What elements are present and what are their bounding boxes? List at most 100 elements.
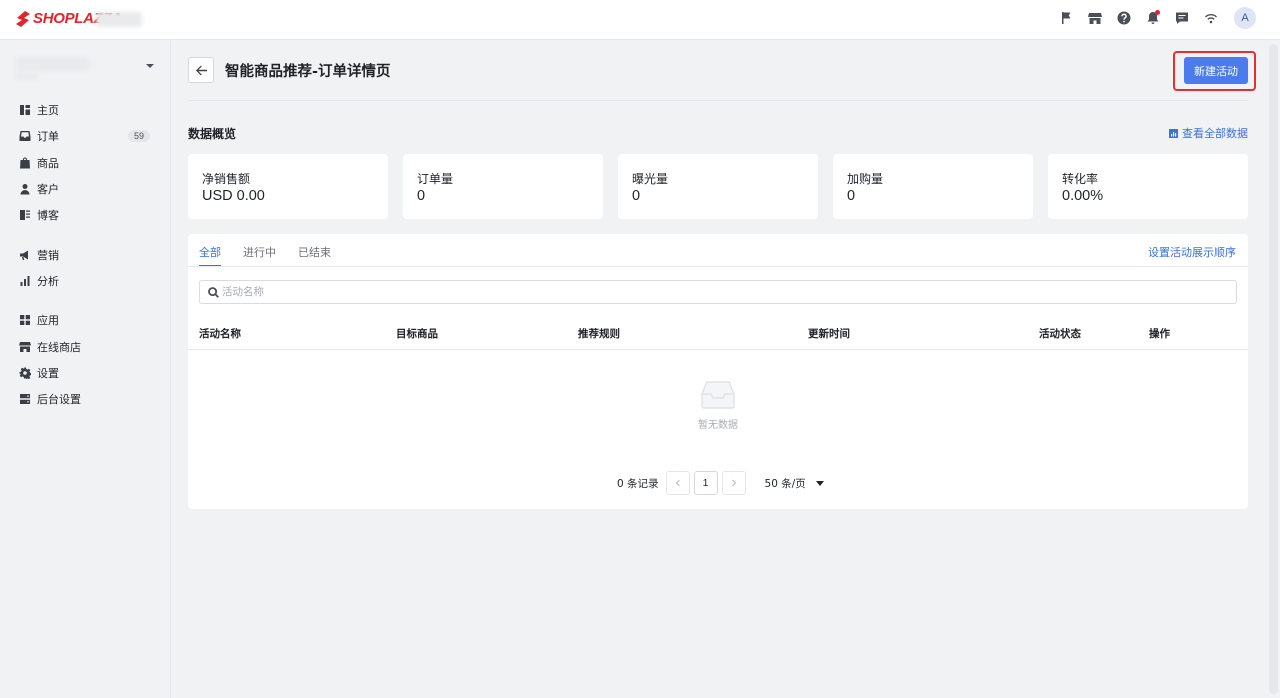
- store-selector[interactable]: [16, 55, 156, 81]
- column-updated-time: 更新时间: [808, 328, 850, 340]
- bag-icon: [19, 157, 31, 169]
- sidebar-item-apps[interactable]: 应用: [0, 307, 170, 333]
- arrow-left-icon: [195, 65, 207, 75]
- dashboard-icon: [19, 104, 31, 116]
- sidebar-item-customers[interactable]: 客户: [0, 176, 170, 202]
- store-icon[interactable]: [1085, 9, 1104, 28]
- help-icon[interactable]: [1114, 9, 1133, 28]
- page-size-value: 50 条/页: [764, 477, 806, 490]
- sidebar: 主页 订单 59 商品 客户 博客 营销 分析 应用 在线商店 设置 后台设置: [0, 41, 171, 698]
- header-divider: [188, 100, 1248, 101]
- tab-in-progress[interactable]: 进行中: [243, 234, 276, 267]
- tab-all[interactable]: 全部: [199, 234, 221, 267]
- chevron-right-icon: [731, 479, 736, 487]
- redacted-store-name: [96, 12, 142, 27]
- stat-value: USD 0.00: [202, 188, 265, 204]
- server-icon: [19, 393, 31, 405]
- top-bar: SHOPLAZZA A: [0, 0, 1280, 40]
- sidebar-item-analytics[interactable]: 分析: [0, 268, 170, 294]
- sidebar-item-settings[interactable]: 设置: [0, 360, 170, 386]
- user-icon: [19, 183, 31, 195]
- sidebar-item-label: 在线商店: [37, 340, 81, 354]
- chevron-left-icon: [675, 479, 680, 487]
- set-display-order-link[interactable]: 设置活动展示顺序: [1148, 244, 1236, 260]
- page-number-button[interactable]: 1: [693, 471, 718, 495]
- empty-inbox-icon: [701, 381, 735, 409]
- total-records: 0 条记录: [617, 477, 659, 490]
- sidebar-item-marketing[interactable]: 营销: [0, 241, 170, 267]
- stat-value: 0: [632, 188, 641, 204]
- search-box: [199, 280, 1237, 304]
- column-actions: 操作: [1149, 328, 1170, 340]
- notification-dot: [1155, 9, 1160, 15]
- next-page-button[interactable]: [721, 471, 746, 495]
- sidebar-item-label: 营销: [37, 248, 59, 262]
- user-avatar[interactable]: A: [1234, 7, 1256, 29]
- status-tabs: 全部 进行中 已结束: [199, 234, 353, 267]
- stat-card-orders: 订单量 0: [403, 154, 603, 219]
- sidebar-item-label: 分析: [37, 274, 59, 288]
- redacted-store-detail: [16, 73, 38, 80]
- column-recommend-rule: 推荐规则: [578, 328, 620, 340]
- wifi-icon[interactable]: [1201, 9, 1220, 28]
- activity-table-card: 全部 进行中 已结束 设置活动展示顺序 活动名称 目标商品 推荐规则 更新时间 …: [188, 234, 1248, 509]
- column-target-product: 目标商品: [396, 328, 438, 340]
- stat-card-add-to-cart: 加购量 0: [833, 154, 1033, 219]
- store-icon: [19, 341, 31, 353]
- megaphone-icon: [19, 249, 31, 261]
- sidebar-nav: 主页 订单 59 商品 客户 博客 营销 分析 应用 在线商店 设置 后台设置: [0, 97, 170, 412]
- bar-chart-icon: [19, 275, 31, 287]
- tab-ended[interactable]: 已结束: [298, 234, 331, 267]
- search-icon: [208, 287, 219, 298]
- message-icon[interactable]: [1172, 9, 1191, 28]
- sidebar-item-orders[interactable]: 订单 59: [0, 123, 170, 149]
- sidebar-item-label: 主页: [37, 104, 59, 118]
- view-all-label: 查看全部数据: [1182, 127, 1248, 140]
- caret-down-icon: [815, 480, 824, 486]
- page-scrollbar[interactable]: [1269, 44, 1278, 694]
- page-size-select[interactable]: 50 条/页: [765, 476, 824, 491]
- empty-state-text: 暂无数据: [698, 420, 738, 431]
- sidebar-item-label: 客户: [37, 183, 59, 197]
- column-activity-name: 活动名称: [199, 328, 241, 340]
- sidebar-item-label: 后台设置: [37, 393, 81, 407]
- redacted-store-avatar: [16, 57, 90, 71]
- shoplazza-logo-icon: [16, 10, 30, 27]
- stat-value: 0: [847, 188, 856, 204]
- chart-icon: [1169, 128, 1178, 138]
- view-all-data-link[interactable]: 查看全部数据: [1169, 125, 1248, 141]
- flag-icon[interactable]: [1056, 9, 1075, 28]
- stat-card-net-sales: 净销售额 USD 0.00: [188, 154, 388, 219]
- pagination: 0 条记录 1 50 条/页: [617, 471, 824, 495]
- blog-icon: [19, 209, 31, 221]
- sidebar-item-products[interactable]: 商品: [0, 150, 170, 176]
- stat-label: 转化率: [1062, 172, 1099, 186]
- chevron-down-icon: [146, 64, 154, 68]
- tabs-divider: [188, 266, 1248, 267]
- orders-count-badge: 59: [127, 130, 150, 143]
- stat-label: 加购量: [847, 172, 884, 186]
- stat-card-conversion-rate: 转化率 0.00%: [1048, 154, 1248, 219]
- overview-title: 数据概览: [188, 127, 237, 141]
- new-activity-button[interactable]: 新建活动: [1184, 57, 1248, 84]
- inbox-icon: [19, 130, 31, 142]
- sidebar-item-label: 设置: [37, 366, 59, 380]
- bell-icon[interactable]: [1143, 9, 1162, 28]
- stat-label: 曝光量: [632, 172, 669, 186]
- sidebar-item-online-store[interactable]: 在线商店: [0, 333, 170, 359]
- back-button[interactable]: [188, 57, 214, 83]
- prev-page-button[interactable]: [665, 471, 690, 495]
- sidebar-item-blog[interactable]: 博客: [0, 202, 170, 228]
- sidebar-item-admin-settings[interactable]: 后台设置: [0, 386, 170, 412]
- search-input[interactable]: [222, 283, 1222, 301]
- stat-label: 订单量: [417, 172, 454, 186]
- stat-card-impressions: 曝光量 0: [618, 154, 818, 219]
- stat-value: 0.00%: [1062, 188, 1104, 204]
- sidebar-item-home[interactable]: 主页: [0, 97, 170, 123]
- table-header: 活动名称 目标商品 推荐规则 更新时间 活动状态 操作: [188, 316, 1248, 350]
- top-icon-bar: A: [1056, 7, 1256, 29]
- sidebar-item-label: 订单: [37, 130, 59, 144]
- page-title: 智能商品推荐-订单详情页: [225, 64, 391, 80]
- apps-icon: [19, 314, 31, 326]
- sidebar-item-label: 应用: [37, 314, 59, 328]
